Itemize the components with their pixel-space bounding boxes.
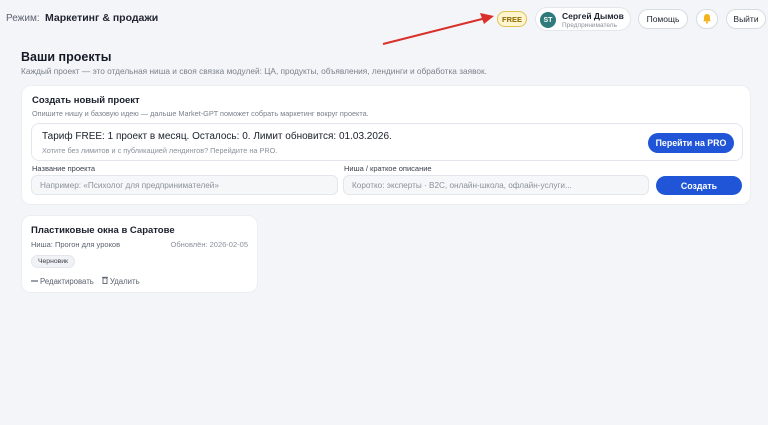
create-project-card: Создать новый проект Опишите нишу и базо… <box>21 85 751 205</box>
tariff-main-text: Тариф FREE: 1 проект в месяц. Осталось: … <box>42 131 392 142</box>
project-updated: Обновлён: 2026-02-05 <box>170 240 248 249</box>
status-badge: Черновик <box>31 255 76 268</box>
plan-badge[interactable]: FREE <box>497 11 527 27</box>
project-actions: Редактировать Удалить <box>31 276 140 286</box>
user-role: Предприниматель <box>562 22 617 29</box>
project-title[interactable]: Пластиковые окна в Саратове <box>31 225 175 236</box>
edit-label: Редактировать <box>40 276 94 286</box>
page-title: Ваши проекты <box>21 50 112 64</box>
project-name-label: Название проекта <box>32 164 96 173</box>
tariff-notice: Тариф FREE: 1 проект в месяц. Осталось: … <box>31 123 743 161</box>
delete-project-button[interactable]: Удалить <box>101 276 140 286</box>
notifications-button[interactable] <box>696 9 718 29</box>
mode-label: Режим: <box>6 13 40 24</box>
delete-label: Удалить <box>109 276 140 286</box>
trash-icon <box>101 276 108 286</box>
help-button[interactable]: Помощь <box>638 9 688 29</box>
bell-icon <box>702 13 712 26</box>
project-niche-label: Ниша / краткое описание <box>344 164 432 173</box>
page-subtitle: Каждый проект — это отдельная ниша и сво… <box>21 66 487 76</box>
edit-project-button[interactable]: Редактировать <box>31 276 94 286</box>
create-project-button[interactable]: Создать <box>656 176 742 195</box>
user-name: Сергей Дымов <box>562 11 624 21</box>
user-chip[interactable]: ST Сергей Дымов Предприниматель <box>535 7 631 31</box>
annotation-arrow-icon <box>382 13 494 45</box>
mode-value[interactable]: Маркетинг & продажи <box>45 12 158 24</box>
avatar: ST <box>540 12 556 28</box>
upgrade-pro-button[interactable]: Перейти на PRO <box>648 133 734 153</box>
create-project-subtitle: Опишите нишу и базовую идею — дальше Mar… <box>32 109 369 118</box>
edit-icon <box>31 277 38 286</box>
project-niche-input[interactable] <box>343 175 649 195</box>
logout-button[interactable]: Выйти <box>726 9 766 29</box>
tariff-sub-text: Хотите без лимитов и с публикацией ленди… <box>42 146 278 155</box>
project-card[interactable]: Пластиковые окна в Саратове Ниша: Прогон… <box>21 215 258 293</box>
project-niche: Ниша: Прогон для уроков <box>31 240 121 249</box>
project-name-input[interactable] <box>31 175 338 195</box>
create-project-title: Создать новый проект <box>32 95 140 106</box>
